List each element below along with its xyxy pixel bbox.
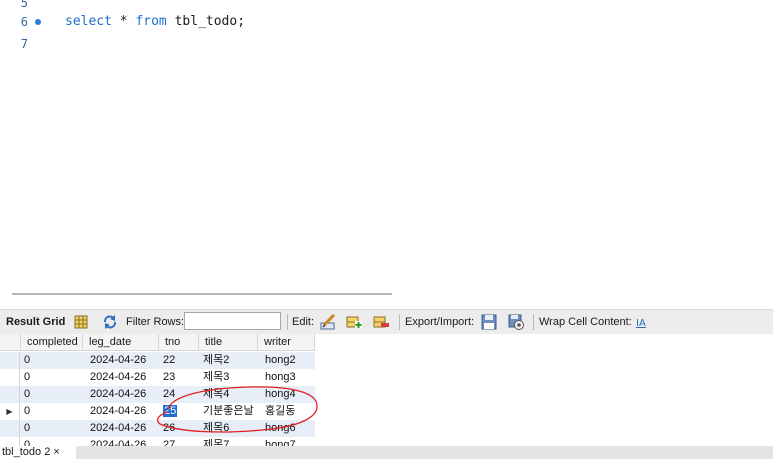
table-row[interactable]: 0 2024-04-26 22 제목2 hong2	[0, 352, 315, 369]
column-header-tno[interactable]: tno	[159, 334, 199, 351]
cell-writer[interactable]: hong4	[261, 386, 296, 403]
close-tab-icon[interactable]: ×	[53, 446, 59, 458]
cell-completed[interactable]: 0	[20, 352, 30, 369]
cell-leg-date[interactable]: 2024-04-26	[86, 420, 146, 437]
column-header-title[interactable]: title	[199, 334, 258, 351]
statement-marker-icon	[35, 19, 41, 25]
edit-label: Edit:	[292, 316, 315, 328]
editor-line: 7	[0, 33, 773, 55]
cell-completed[interactable]: 0	[20, 369, 30, 386]
cell-tno[interactable]: 26	[159, 420, 175, 437]
cell-completed[interactable]: 0	[20, 437, 30, 446]
cell-tno[interactable]: 22	[159, 352, 175, 369]
add-row-icon[interactable]	[346, 314, 362, 330]
filter-rows-input[interactable]	[184, 312, 281, 330]
result-grid-label[interactable]: Result Grid	[6, 310, 65, 334]
cell-writer[interactable]: hong7	[261, 437, 296, 446]
cell-leg-date[interactable]: 2024-04-26	[86, 369, 146, 386]
cell-completed[interactable]: 0	[20, 420, 30, 437]
table-row[interactable]: 0 2024-04-26 24 제목4 hong4	[0, 386, 315, 403]
sql-text: *	[111, 14, 136, 29]
sql-statement[interactable]: select * from tbl_todo;	[65, 11, 245, 33]
table-row[interactable]: 0 2024-04-26 26 제목6 hong6	[0, 420, 315, 437]
cell-title[interactable]: 제목4	[199, 386, 229, 403]
toolbar-divider	[399, 314, 400, 330]
cell-writer[interactable]: 홍길동	[261, 403, 295, 420]
import-icon[interactable]	[508, 314, 524, 330]
wrap-text-icon[interactable]: IA	[634, 314, 650, 330]
cell-title[interactable]: 제목2	[199, 352, 229, 369]
line-number: 7	[20, 37, 28, 51]
cell-tno[interactable]: 24	[159, 386, 175, 403]
cell-title[interactable]: 제목7	[199, 437, 229, 446]
row-marker[interactable]	[0, 420, 20, 437]
horizontal-scrollbar[interactable]	[12, 293, 392, 295]
delete-row-icon[interactable]	[373, 314, 389, 330]
row-marker[interactable]	[0, 352, 20, 369]
row-marker[interactable]	[0, 369, 20, 386]
export-icon[interactable]	[481, 314, 497, 330]
toolbar-divider	[287, 314, 288, 330]
cell-writer[interactable]: hong3	[261, 369, 296, 386]
column-header-writer[interactable]: writer	[258, 334, 315, 351]
line-number: 6	[20, 15, 28, 29]
row-marker[interactable]	[0, 386, 20, 403]
sql-keyword: select	[65, 14, 112, 29]
wrap-cell-content-label: Wrap Cell Content:	[539, 316, 632, 328]
table-row[interactable]: 0 2024-04-26 27 제목7 hong7	[0, 437, 315, 446]
cell-title[interactable]: 기분좋은날	[199, 403, 254, 420]
result-toolbar: Result Grid Filter Rows: Edit: Export/Im…	[0, 309, 773, 335]
sql-keyword: from	[135, 14, 167, 29]
sql-editor[interactable]: 5 6 select * from tbl_todo; 7	[0, 0, 773, 290]
result-tab[interactable]: tbl_todo 2 ×	[0, 446, 60, 459]
editor-line: 6 select * from tbl_todo;	[0, 11, 773, 33]
result-grid[interactable]: completed leg_date tno title writer 0 20…	[0, 334, 773, 446]
refresh-icon[interactable]	[102, 314, 118, 330]
row-marker[interactable]	[0, 437, 20, 446]
tab-scroll-area	[76, 446, 773, 459]
cell-writer[interactable]: hong2	[261, 352, 296, 369]
edit-row-icon[interactable]	[320, 314, 336, 330]
column-header-leg-date[interactable]: leg_date	[83, 334, 159, 351]
sql-text: tbl_todo;	[166, 14, 246, 29]
cell-title[interactable]: 제목3	[199, 369, 229, 386]
table-row-current[interactable]: ▶ 0 2024-04-26 25 기분좋은날 홍길동	[0, 403, 315, 420]
cell-leg-date[interactable]: 2024-04-26	[86, 386, 146, 403]
cell-tno-selected[interactable]: 25	[159, 403, 178, 420]
grid-view-icon[interactable]	[73, 314, 89, 330]
cell-leg-date[interactable]: 2024-04-26	[86, 403, 146, 420]
result-tab-bar: tbl_todo 2 ×	[0, 446, 773, 459]
cell-tno[interactable]: 23	[159, 369, 175, 386]
cell-leg-date[interactable]: 2024-04-26	[86, 437, 146, 446]
table-row[interactable]: 0 2024-04-26 23 제목3 hong3	[0, 369, 315, 386]
current-row-arrow-icon[interactable]: ▶	[0, 403, 20, 420]
toolbar-divider	[533, 314, 534, 330]
cell-completed[interactable]: 0	[20, 386, 30, 403]
cell-writer[interactable]: hong6	[261, 420, 296, 437]
cell-leg-date[interactable]: 2024-04-26	[86, 352, 146, 369]
result-tab-label: tbl_todo 2	[2, 446, 51, 458]
column-header-completed[interactable]: completed	[21, 334, 83, 351]
filter-rows-label: Filter Rows:	[126, 316, 185, 328]
row-header-corner	[0, 334, 21, 351]
cell-title[interactable]: 제목6	[199, 420, 229, 437]
cell-tno[interactable]: 27	[159, 437, 175, 446]
export-import-label: Export/Import:	[405, 316, 475, 328]
svg-text:IA: IA	[636, 318, 646, 329]
selected-cell-value[interactable]: 25	[163, 405, 178, 417]
cell-completed[interactable]: 0	[20, 403, 30, 420]
